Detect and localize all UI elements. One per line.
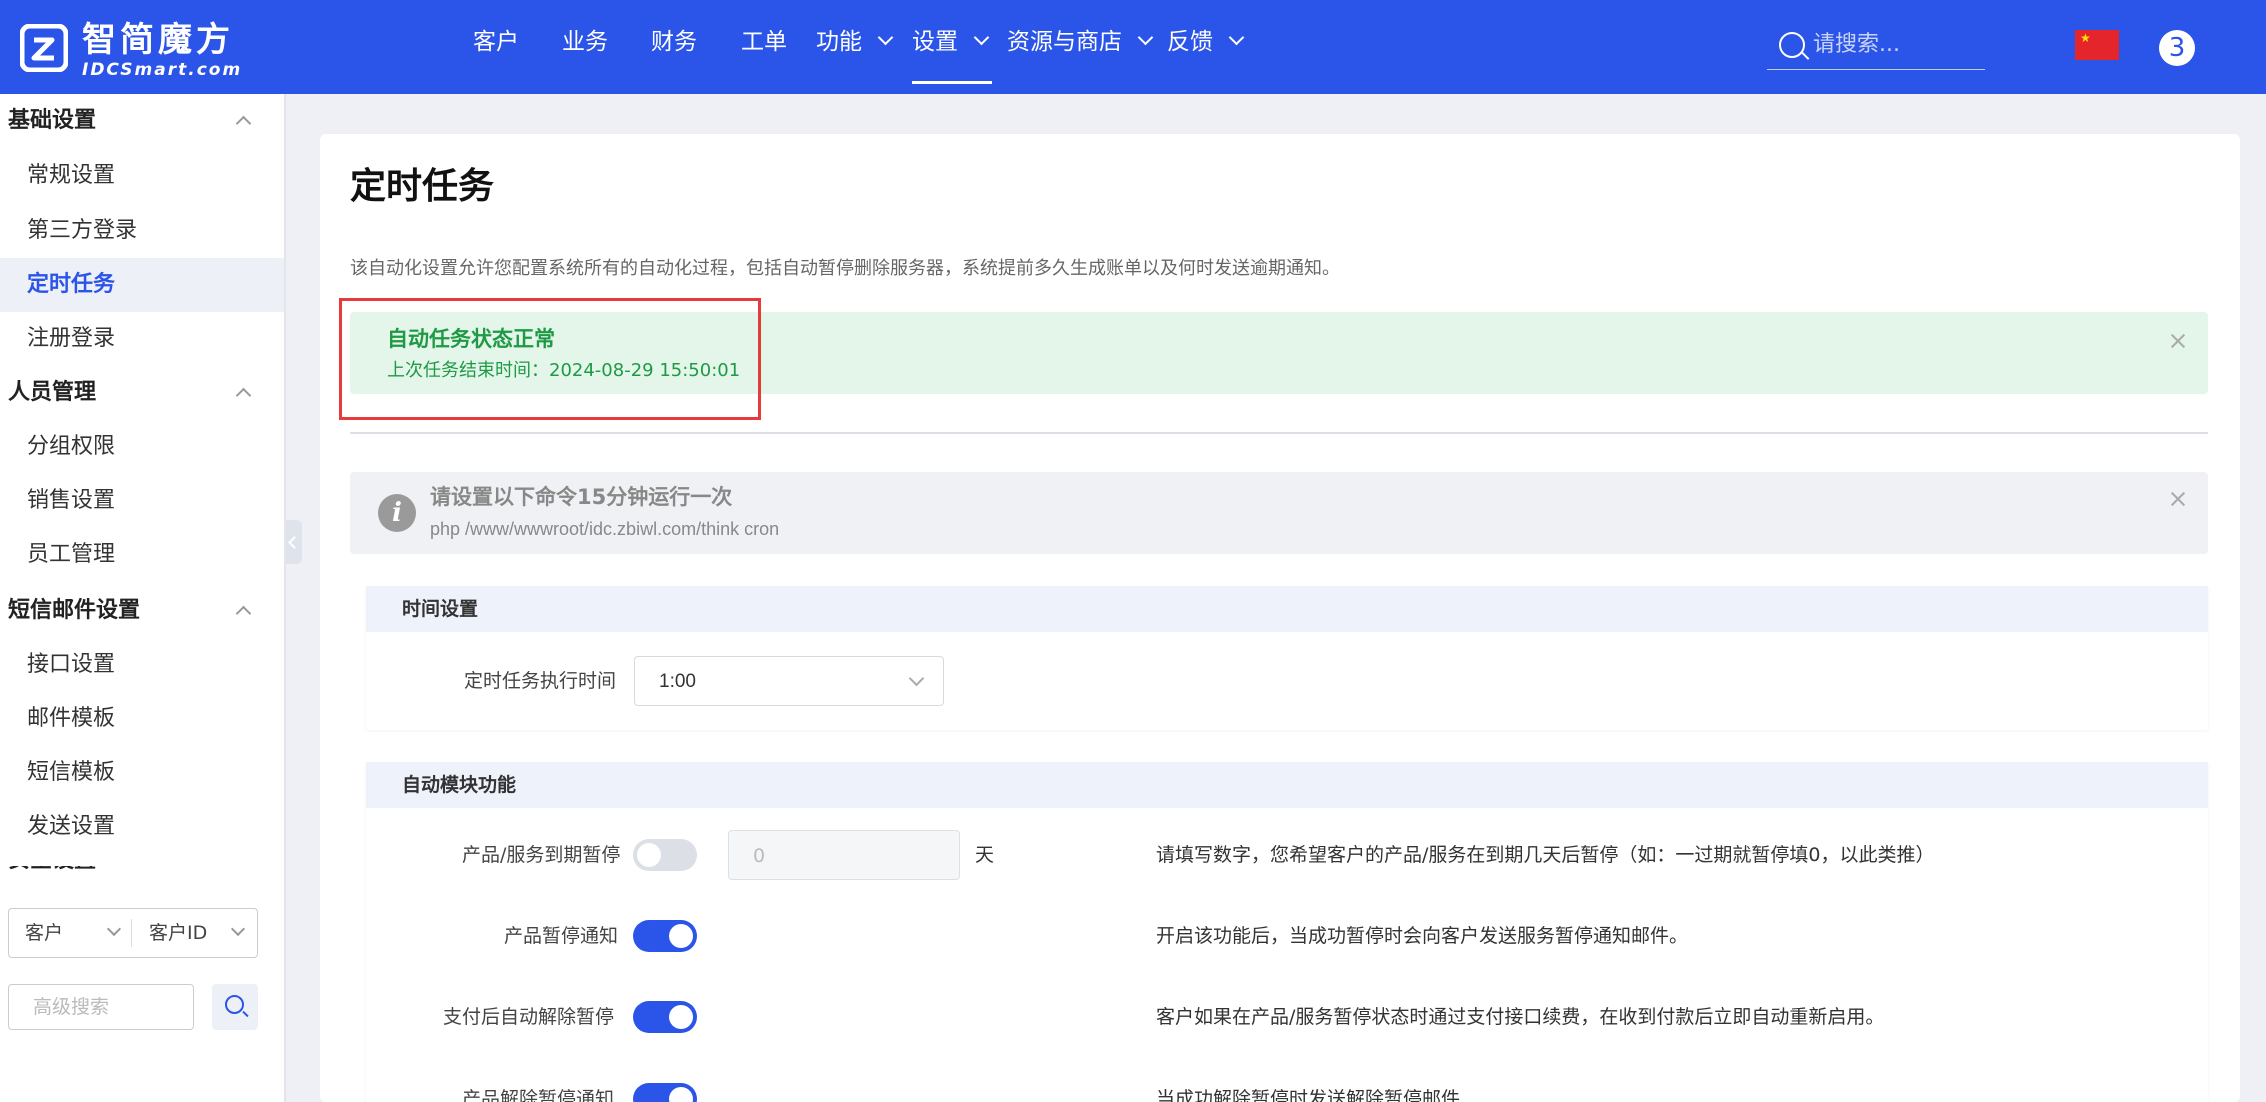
section-divider <box>350 432 2208 434</box>
toggle-knob <box>669 924 693 948</box>
notification-badge[interactable]: 3 <box>2159 30 2195 66</box>
cron-info-alert: i 请设置以下命令15分钟运行一次 php /www/wwwroot/idc.z… <box>350 472 2208 554</box>
auto-module-section: 自动模块功能 产品/服务到期暂停 0 天 请填写数字，您希望客户的产品/服务在到… <box>366 762 2208 1102</box>
info-icon: i <box>378 494 416 532</box>
sidebar-group-sms-email[interactable]: 短信邮件设置 <box>8 596 140 626</box>
brand-name: 智简魔方 <box>82 20 234 60</box>
chevron-down-icon <box>973 29 990 46</box>
suspend-notify-toggle[interactable] <box>633 920 697 952</box>
search-icon <box>1779 32 1805 58</box>
cron-alert-title: 请设置以下命令15分钟运行一次 <box>430 485 733 509</box>
sidebar-item-sales-settings[interactable]: 销售设置 <box>0 474 286 528</box>
cron-command: php /www/wwwroot/idc.zbiwl.com/think cro… <box>430 519 780 539</box>
select-divider <box>131 919 132 947</box>
sidebar-group-partial[interactable]: 安全设置 <box>8 866 128 874</box>
row-description: 开启该功能后，当成功暂停时会向客户发送服务暂停通知邮件。 <box>1156 925 1689 947</box>
sidebar-collapse-handle[interactable] <box>286 520 302 564</box>
suspend-days-input[interactable]: 0 <box>728 830 960 880</box>
nav-resources-store[interactable]: 资源与商店 <box>1007 22 1154 62</box>
main-card: 定时任务 该自动化设置允许您配置系统所有的自动化过程，包括自动暂停删除服务器，系… <box>320 134 2240 1102</box>
nav-active-indicator <box>912 81 992 84</box>
sidebar-item-email-templates[interactable]: 邮件模板 <box>0 692 286 746</box>
sidebar-divider <box>284 94 286 1102</box>
brand-sub: IDCSmart.com <box>82 60 243 80</box>
page-title: 定时任务 <box>350 166 495 207</box>
language-flag-icon[interactable]: ★ <box>2075 30 2119 60</box>
logo-mark-icon <box>20 24 68 72</box>
highlight-annotation <box>339 298 761 420</box>
row-label: 产品解除暂停通知 <box>462 1088 615 1102</box>
brand-logo[interactable]: 智简魔方 IDCSmart.com <box>20 20 260 80</box>
chevron-up-icon[interactable] <box>235 387 252 404</box>
sidebar-item-third-party-login[interactable]: 第三方登录 <box>0 204 286 258</box>
sidebar-item-sms-templates[interactable]: 短信模板 <box>0 746 286 800</box>
sidebar-item-staff-management[interactable]: 员工管理 <box>0 528 286 582</box>
nav-tickets[interactable]: 工单 <box>741 22 787 62</box>
nav-customers[interactable]: 客户 <box>473 22 519 62</box>
chevron-down-icon <box>230 921 246 937</box>
exec-time-label: 定时任务执行时间 <box>464 670 617 692</box>
close-icon[interactable] <box>2169 332 2187 350</box>
chevron-down-icon <box>1228 29 1245 46</box>
chevron-down-icon <box>1137 29 1154 46</box>
filter-field-select[interactable]: 客户ID <box>149 909 207 957</box>
days-unit: 天 <box>975 844 995 866</box>
sidebar-group-staff[interactable]: 人员管理 <box>8 378 96 408</box>
page-description: 该自动化设置允许您配置系统所有的自动化过程，包括自动暂停删除服务器，系统提前多久… <box>350 258 1340 279</box>
suspend-on-expiry-toggle[interactable] <box>633 839 697 871</box>
search-icon <box>225 995 244 1014</box>
nav-finance[interactable]: 财务 <box>651 22 697 62</box>
sidebar-item-api-settings[interactable]: 接口设置 <box>0 638 286 692</box>
auto-unsuspend-toggle[interactable] <box>633 1001 697 1033</box>
chevron-up-icon[interactable] <box>235 115 252 132</box>
sidebar-menu[interactable]: 基础设置 常规设置 第三方登录 定时任务 注册登录 人员管理 分组权限 销售设置… <box>0 94 286 874</box>
row-description: 请填写数字，您希望客户的产品/服务在到期几天后暂停（如：一过期就暂停填0，以此类… <box>1156 844 1935 866</box>
sidebar-group-basic[interactable]: 基础设置 <box>8 106 96 136</box>
toggle-knob <box>669 1087 693 1102</box>
time-settings-header: 时间设置 <box>366 586 2208 632</box>
nav-features[interactable]: 功能 <box>816 22 894 62</box>
sidebar-item-group-permissions[interactable]: 分组权限 <box>0 420 286 474</box>
filter-type-select[interactable]: 客户 <box>25 909 63 957</box>
close-icon[interactable] <box>2169 490 2187 508</box>
chevron-down-icon <box>877 29 894 46</box>
nav-feedback[interactable]: 反馈 <box>1167 22 1245 62</box>
global-search[interactable]: 请搜索... <box>1767 26 1985 70</box>
sidebar-item-general[interactable]: 常规设置 <box>0 149 286 203</box>
row-description: 客户如果在产品/服务暂停状态时通过支付接口续费，在收到付款后立即自动重新启用。 <box>1156 1006 1885 1028</box>
toggle-knob <box>669 1005 693 1029</box>
top-navbar: 智简魔方 IDCSmart.com 客户 业务 财务 工单 功能 设置 资源与商… <box>0 0 2266 94</box>
advanced-search-button[interactable] <box>212 984 258 1030</box>
nav-business[interactable]: 业务 <box>562 22 608 62</box>
search-input[interactable]: 请搜索... <box>1813 30 1900 60</box>
customer-filter-select[interactable]: 客户 客户ID <box>8 908 258 958</box>
unsuspend-notify-toggle[interactable] <box>633 1083 697 1102</box>
sidebar: 基础设置 常规设置 第三方登录 定时任务 注册登录 人员管理 分组权限 销售设置… <box>0 94 286 1102</box>
exec-time-select[interactable]: 1:00 <box>634 656 944 706</box>
auto-module-header: 自动模块功能 <box>366 762 2208 808</box>
chevron-down-icon <box>908 670 925 687</box>
advanced-search-input[interactable]: 高级搜索 <box>8 984 194 1030</box>
nav-settings[interactable]: 设置 <box>912 22 990 62</box>
row-label: 支付后自动解除暂停 <box>443 1006 615 1028</box>
row-description: 当成功解除暂停时发送解除暂停邮件 <box>1156 1088 1461 1102</box>
row-label: 产品/服务到期暂停 <box>462 844 621 866</box>
chevron-up-icon[interactable] <box>235 605 252 622</box>
sidebar-item-send-settings[interactable]: 发送设置 <box>0 800 286 854</box>
toggle-knob <box>637 843 661 867</box>
chevron-down-icon <box>106 921 122 937</box>
sidebar-item-register-login[interactable]: 注册登录 <box>0 312 286 366</box>
time-settings-section: 时间设置 定时任务执行时间 1:00 <box>366 586 2208 730</box>
row-label: 产品暂停通知 <box>504 925 619 947</box>
sidebar-item-cron[interactable]: 定时任务 <box>0 258 286 312</box>
